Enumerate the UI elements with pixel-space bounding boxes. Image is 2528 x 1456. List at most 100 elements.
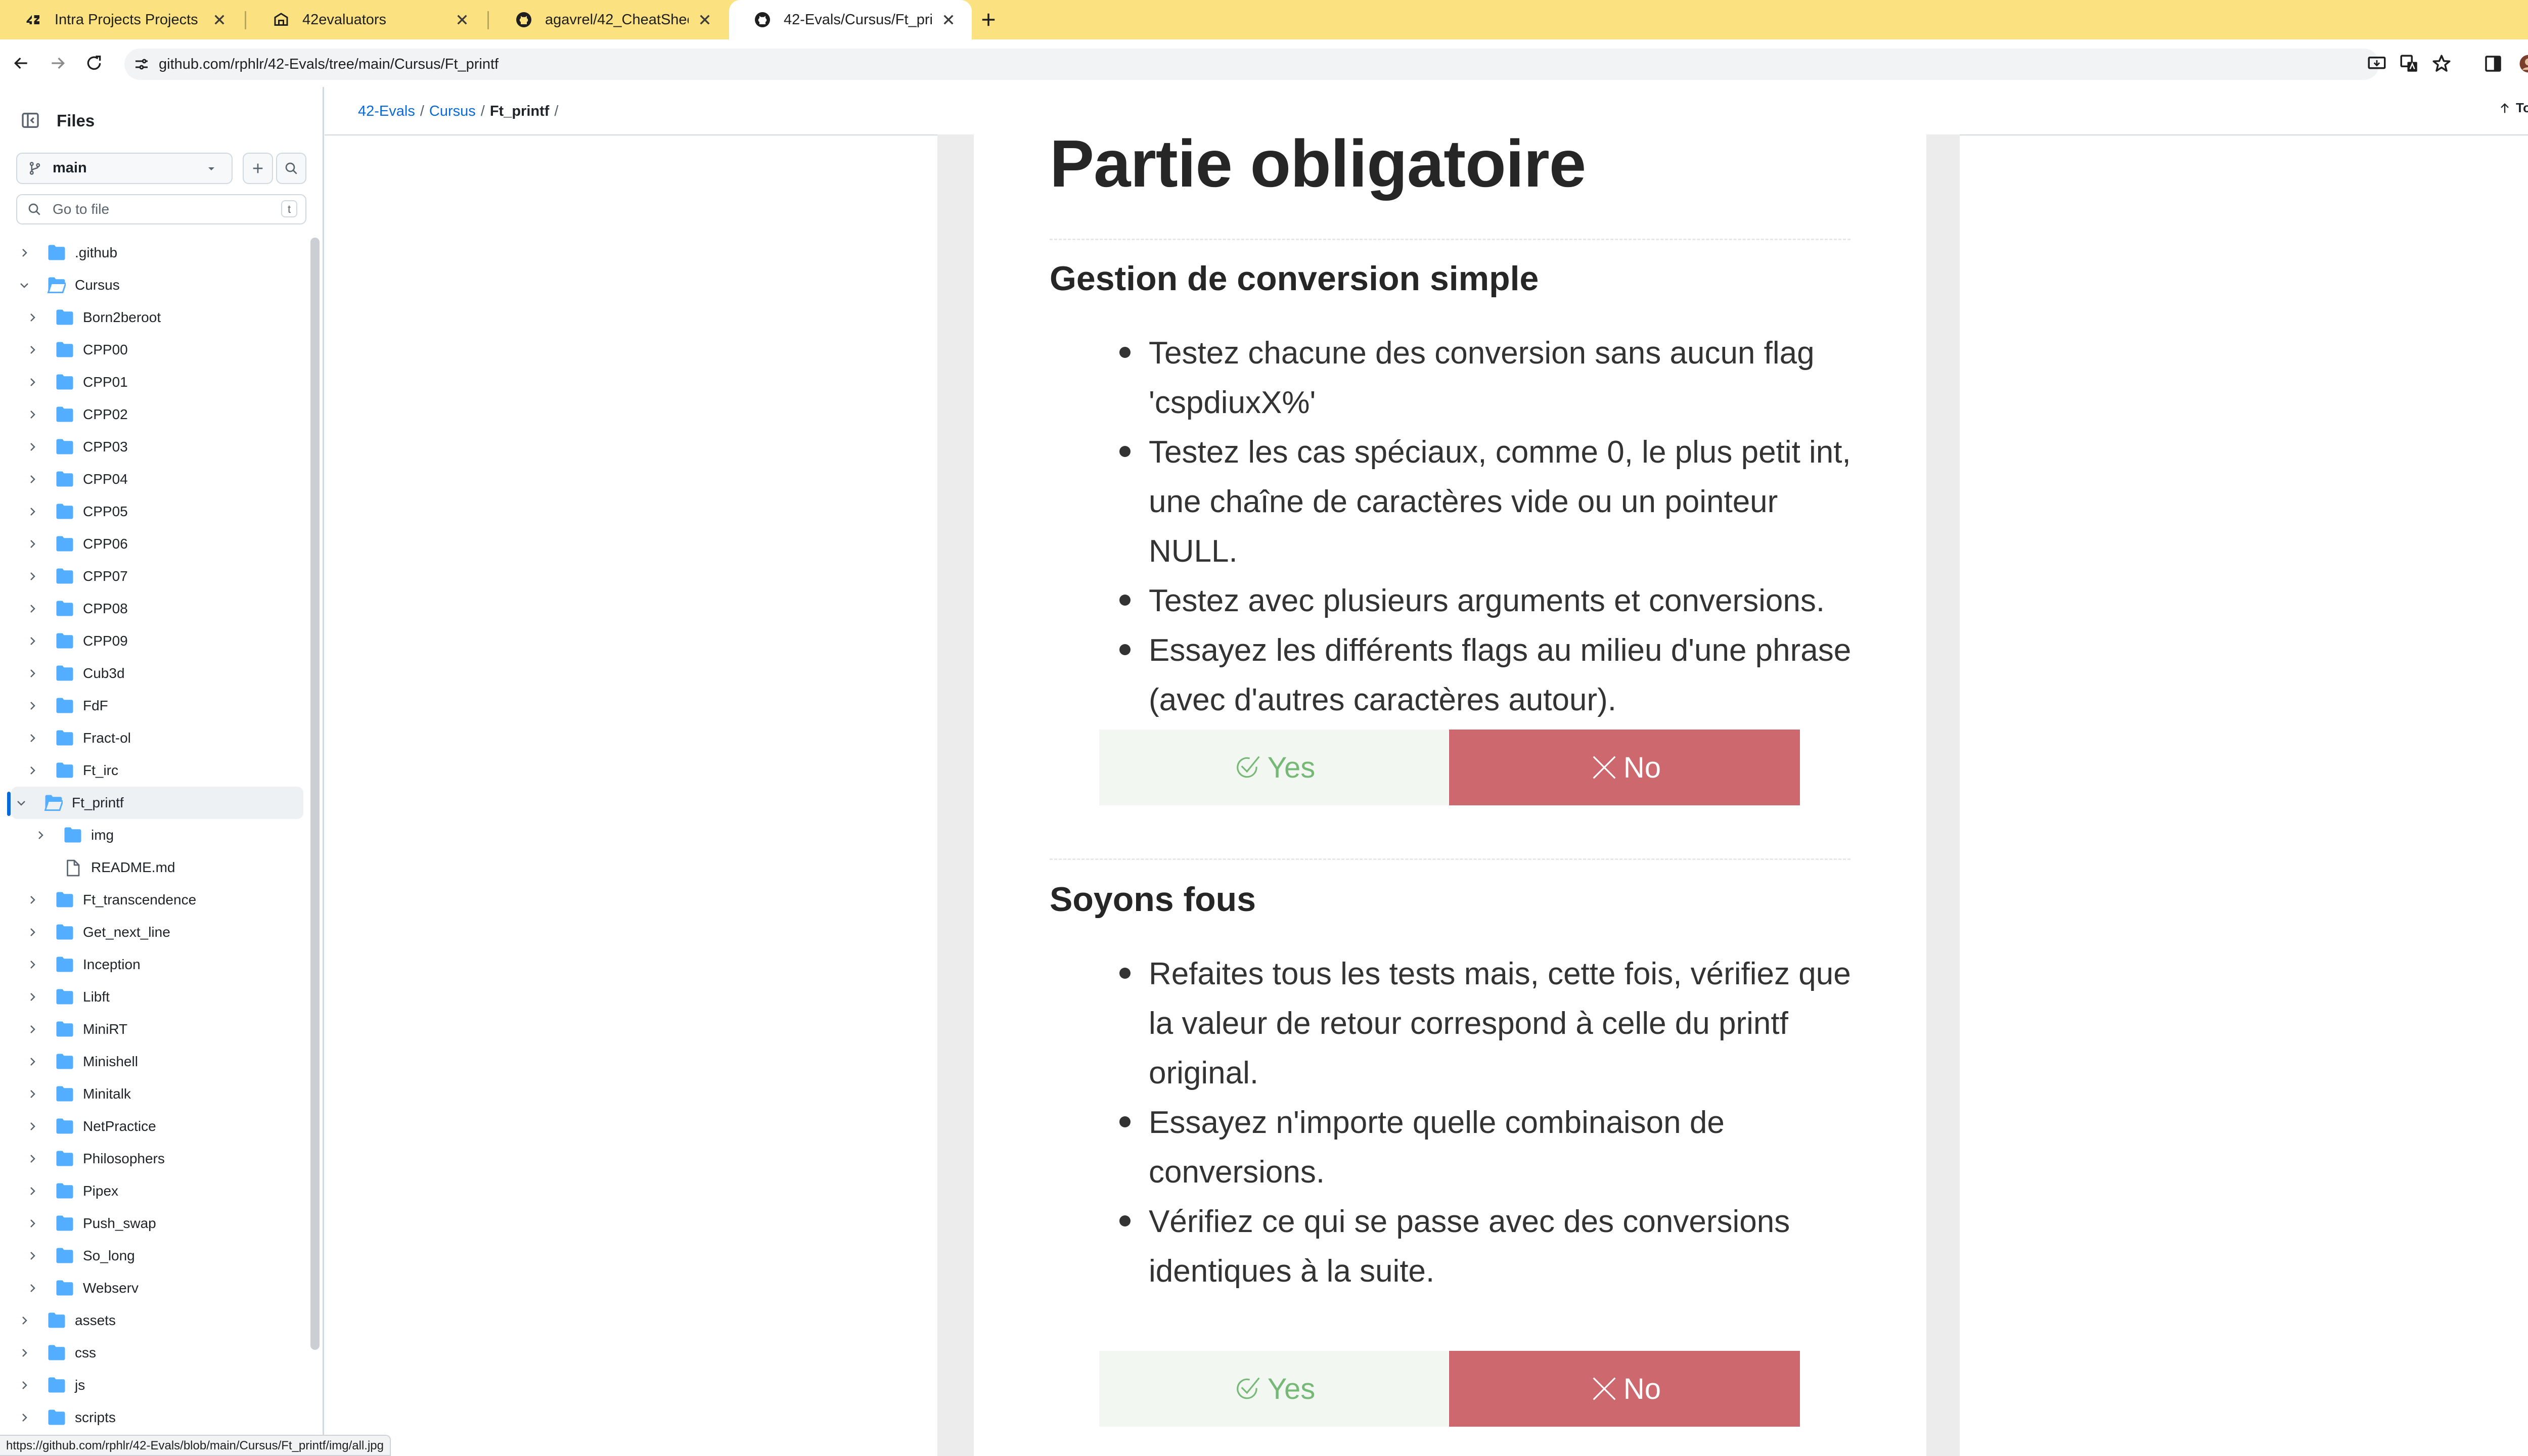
tree-item-readme-md[interactable]: README.md [0, 851, 303, 884]
tree-item-cpp04[interactable]: CPP04 [0, 463, 303, 495]
chevron-right-icon[interactable] [26, 959, 38, 971]
tree-item-fdf[interactable]: FdF [0, 690, 303, 722]
tree-item-ft-transcendence[interactable]: Ft_transcendence [0, 884, 303, 916]
tree-item-pipex[interactable]: Pipex [0, 1175, 303, 1207]
tree-item-css[interactable]: css [0, 1337, 303, 1369]
tree-item-cub3d[interactable]: Cub3d [0, 657, 303, 690]
tree-item-cpp09[interactable]: CPP09 [0, 625, 303, 657]
tree-item-cpp08[interactable]: CPP08 [0, 593, 303, 625]
tree-item-cpp03[interactable]: CPP03 [0, 431, 303, 463]
close-tab-icon[interactable] [209, 10, 230, 30]
chevron-right-icon[interactable] [26, 732, 38, 744]
tree-item-img[interactable]: img [0, 819, 303, 851]
branch-selector[interactable] [16, 153, 233, 184]
chevron-right-icon[interactable] [26, 473, 38, 485]
tree-item-ft-irc[interactable]: Ft_irc [0, 754, 303, 787]
tree-item-cpp01[interactable]: CPP01 [0, 366, 303, 398]
chevron-right-icon[interactable] [26, 344, 38, 356]
chevron-right-icon[interactable] [26, 376, 38, 388]
chevron-right-icon[interactable] [26, 894, 38, 906]
tree-item-github[interactable]: .github [0, 237, 303, 269]
back-icon[interactable] [11, 53, 31, 73]
tree-item-push-swap[interactable]: Push_swap [0, 1207, 303, 1240]
browser-tab-42-evals[interactable]: 42-Evals/Cursus/Ft_printf at [729, 0, 972, 39]
bookmark-star-icon[interactable] [2431, 53, 2452, 74]
chevron-right-icon[interactable] [18, 1412, 30, 1424]
tree-item-webserv[interactable]: Webserv [0, 1272, 303, 1304]
tree-item-scripts[interactable]: scripts [0, 1401, 303, 1434]
tree-item-fract-ol[interactable]: Fract-ol [0, 722, 303, 754]
tree-item-minishell[interactable]: Minishell [0, 1045, 303, 1078]
chevron-right-icon[interactable] [18, 1314, 30, 1327]
close-tab-icon[interactable] [695, 10, 715, 30]
chevron-right-icon[interactable] [26, 441, 38, 453]
back-to-top-button[interactable]: Top [2498, 100, 2528, 116]
reload-icon[interactable] [84, 53, 104, 73]
chevron-right-icon[interactable] [26, 1282, 38, 1294]
breadcrumb-folder-link[interactable]: Cursus [429, 103, 476, 119]
profile-avatar-icon[interactable] [2518, 53, 2528, 74]
tree-item-minirt[interactable]: MiniRT [0, 1013, 303, 1045]
chevron-right-icon[interactable] [26, 1185, 38, 1197]
tree-item-philosophers[interactable]: Philosophers [0, 1143, 303, 1175]
chevron-down-icon[interactable] [15, 797, 27, 809]
browser-tab-intra[interactable]: Intra Projects Projects [0, 0, 243, 39]
breadcrumb-repo-link[interactable]: 42-Evals [358, 103, 415, 119]
tree-item-cpp07[interactable]: CPP07 [0, 560, 303, 593]
yes-button[interactable]: Yes [1099, 730, 1448, 805]
collapse-sidebar-icon[interactable] [20, 110, 40, 130]
sidebar-scrollbar[interactable] [310, 238, 320, 1350]
forward-icon[interactable] [48, 53, 68, 73]
chevron-right-icon[interactable] [26, 764, 38, 777]
side-panel-icon[interactable] [2482, 53, 2504, 74]
tree-item-assets[interactable]: assets [0, 1304, 303, 1337]
chevron-right-icon[interactable] [26, 1153, 38, 1165]
site-info-icon[interactable] [132, 55, 151, 73]
chevron-right-icon[interactable] [26, 1120, 38, 1132]
no-button[interactable]: No [1449, 730, 1800, 805]
chevron-right-icon[interactable] [26, 926, 38, 938]
tree-item-ft-printf[interactable]: Ft_printf [11, 787, 303, 819]
translate-icon[interactable] [2399, 53, 2420, 74]
chevron-right-icon[interactable] [18, 1347, 30, 1359]
chevron-right-icon[interactable] [34, 829, 47, 841]
close-tab-icon[interactable] [452, 10, 472, 30]
chevron-right-icon[interactable] [26, 1217, 38, 1230]
browser-tab-cheatsheet[interactable]: agavrel/42_CheatSheet: A co [490, 0, 728, 39]
tree-item-cpp02[interactable]: CPP02 [0, 398, 303, 431]
chevron-right-icon[interactable] [26, 570, 38, 582]
chevron-right-icon[interactable] [26, 408, 38, 421]
chevron-right-icon[interactable] [26, 311, 38, 324]
yes-button[interactable]: Yes [1099, 1351, 1448, 1427]
install-app-icon[interactable] [2366, 53, 2387, 74]
tree-item-cpp06[interactable]: CPP06 [0, 528, 303, 560]
chevron-right-icon[interactable] [26, 635, 38, 647]
chevron-right-icon[interactable] [26, 700, 38, 712]
tree-item-cursus[interactable]: Cursus [0, 269, 303, 301]
chevron-right-icon[interactable] [26, 506, 38, 518]
tree-item-cpp05[interactable]: CPP05 [0, 495, 303, 528]
chevron-right-icon[interactable] [18, 1379, 30, 1391]
chevron-down-icon[interactable] [18, 279, 30, 291]
tree-item-get-next-line[interactable]: Get_next_line [0, 916, 303, 948]
chevron-right-icon[interactable] [26, 1250, 38, 1262]
chevron-right-icon[interactable] [26, 1023, 38, 1035]
tree-item-inception[interactable]: Inception [0, 948, 303, 981]
chevron-right-icon[interactable] [26, 538, 38, 550]
chevron-right-icon[interactable] [26, 1056, 38, 1068]
chevron-right-icon[interactable] [26, 1088, 38, 1100]
browser-tab-42evaluators[interactable]: 42evaluators [248, 0, 485, 39]
new-tab-icon[interactable] [978, 9, 999, 30]
chevron-right-icon[interactable] [18, 247, 30, 259]
chevron-right-icon[interactable] [26, 667, 38, 679]
tree-item-born2beroot[interactable]: Born2beroot [0, 301, 303, 334]
chevron-right-icon[interactable] [26, 991, 38, 1003]
tree-item-libft[interactable]: Libft [0, 981, 303, 1013]
close-tab-icon[interactable] [938, 10, 959, 30]
url-text[interactable]: github.com/rphlr/42-Evals/tree/main/Curs… [159, 53, 499, 75]
tree-item-cpp00[interactable]: CPP00 [0, 334, 303, 366]
chevron-right-icon[interactable] [26, 603, 38, 615]
tree-item-netpractice[interactable]: NetPractice [0, 1110, 303, 1143]
tree-item-minitalk[interactable]: Minitalk [0, 1078, 303, 1110]
tree-item-so-long[interactable]: So_long [0, 1240, 303, 1272]
